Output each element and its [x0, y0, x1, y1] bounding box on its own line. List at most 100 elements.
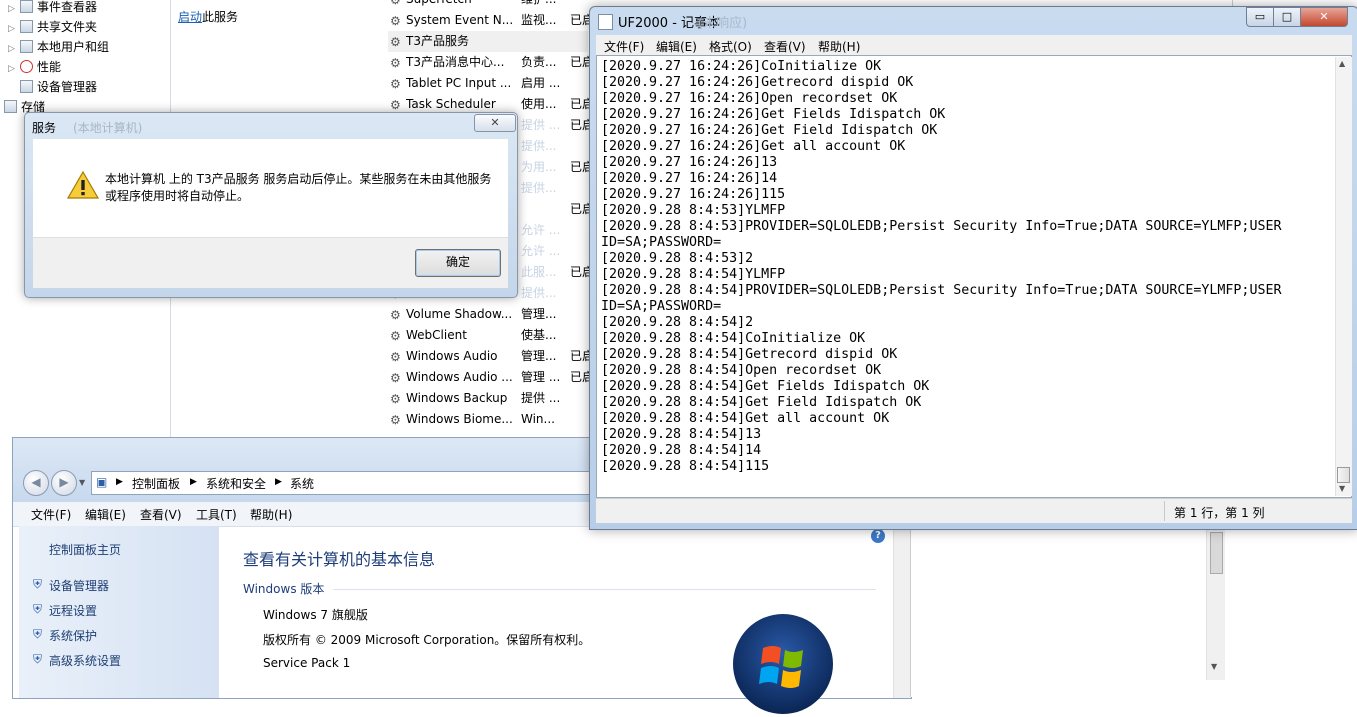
tree-item-performance[interactable]: ▷ 性能	[8, 57, 61, 77]
service-description: 提供...	[521, 181, 557, 195]
task-pane: 控制面板主页 ⛨ 设备管理器 ⛨ 远程设置 ⛨ 系统保护 ⛨ 高级系统设置	[19, 526, 219, 698]
service-row[interactable]: ⚙ T3产品服务	[390, 31, 469, 52]
menu-file[interactable]: 文件(F)	[604, 38, 644, 55]
menu-view[interactable]: 查看(V)	[764, 38, 806, 55]
gear-icon: ⚙	[390, 14, 401, 28]
forward-arrow-icon[interactable]: ▶	[51, 470, 77, 496]
service-description: 使基...	[521, 328, 557, 342]
service-row[interactable]: ⚙ T3产品消息中心...	[390, 52, 504, 73]
service-pack: Service Pack 1	[263, 656, 351, 670]
service-description: 使用...	[521, 97, 557, 111]
help-icon[interactable]: ?	[871, 529, 885, 543]
windows-logo-icon	[733, 614, 833, 714]
service-description: 提供...	[521, 139, 557, 153]
shield-icon: ⛨	[33, 652, 43, 666]
tree-item-device-manager[interactable]: 设备管理器	[8, 77, 97, 97]
service-row[interactable]: ⚙ Volume Shadow...	[390, 304, 512, 325]
control-panel-home-link[interactable]: 控制面板主页	[49, 541, 121, 558]
service-description: 提供...	[521, 286, 557, 300]
crumb-separator-icon[interactable]: ▶	[190, 477, 197, 487]
address-bar[interactable]: ▣ ▶ 控制面板 ▶ 系统和安全 ▶ 系统	[91, 471, 593, 495]
gear-icon: ⚙	[390, 308, 401, 322]
crumb-separator-icon[interactable]: ▶	[275, 477, 282, 487]
menu-help[interactable]: 帮助(H)	[818, 38, 860, 55]
service-name: T3产品消息中心...	[406, 55, 505, 69]
service-name: Volume Shadow...	[406, 307, 513, 321]
gear-icon: ⚙	[390, 35, 401, 49]
scroll-up-arrow-icon[interactable]: ▲	[1339, 59, 1345, 68]
breadcrumb-system-security[interactable]: 系统和安全	[206, 475, 266, 492]
menu-edit[interactable]: 编辑(E)	[85, 506, 126, 523]
device-manager-icon	[20, 80, 33, 93]
start-service-link[interactable]: 启动此服务	[178, 8, 238, 25]
service-row[interactable]: ⚙ Windows Backup	[390, 388, 507, 409]
menu-tools[interactable]: 工具(T)	[196, 506, 237, 523]
gear-icon: ⚙	[390, 329, 401, 343]
menu-file[interactable]: 文件(F)	[31, 506, 71, 523]
service-row[interactable]: ⚙ System Event N...	[390, 10, 513, 31]
breadcrumb-system[interactable]: 系统	[290, 475, 314, 492]
history-dropdown-icon[interactable]: ▼	[79, 478, 85, 487]
menu-edit[interactable]: 编辑(E)	[656, 38, 697, 55]
tree-item-event-viewer[interactable]: ▷ 事件查看器	[8, 0, 97, 17]
windows-edition: Windows 7 旗舰版	[263, 608, 368, 622]
menu-help[interactable]: 帮助(H)	[250, 506, 292, 523]
minimize-button[interactable]: ▭	[1246, 7, 1274, 27]
scroll-down-arrow-icon[interactable]: ▼	[1339, 484, 1345, 493]
service-name: Windows Biome...	[406, 412, 513, 426]
status-bar: 第 1 行，第 1 列	[596, 498, 1352, 523]
crumb-separator-icon[interactable]: ▶	[116, 477, 123, 487]
scroll-thumb[interactable]	[1337, 467, 1350, 483]
scroll-thumb[interactable]	[1210, 532, 1223, 574]
service-description: 提供 ...	[521, 391, 561, 405]
expand-arrow-icon[interactable]: ▷	[8, 19, 18, 39]
text-editor[interactable]: [2020.9.27 16:24:26]CoInitialize OK [202…	[596, 55, 1352, 498]
system-protection-link[interactable]: 系统保护	[49, 627, 97, 644]
tree-item-label: 事件查看器	[37, 0, 98, 14]
back-arrow-icon[interactable]: ◀	[23, 470, 49, 496]
service-name: Tablet PC Input ...	[406, 76, 512, 90]
tree-item-label: 本地用户和组	[37, 40, 110, 54]
service-name: Windows Audio	[406, 349, 498, 363]
gear-icon: ⚙	[390, 98, 401, 112]
maximize-button[interactable]: □	[1273, 7, 1301, 27]
dialog-close-button[interactable]: ✕	[474, 114, 516, 132]
notepad-icon[interactable]	[598, 14, 613, 30]
tree-item-shared-folders[interactable]: ▷ 共享文件夹	[8, 17, 97, 37]
device-manager-link[interactable]: 设备管理器	[49, 577, 109, 594]
service-row[interactable]: ⚙ Windows Audio	[390, 346, 498, 367]
breadcrumb-control-panel[interactable]: 控制面板	[132, 475, 180, 492]
scroll-down-arrow-icon[interactable]: ▼	[1211, 662, 1217, 671]
service-row[interactable]: ⚙ Superfetch	[390, 0, 472, 10]
gear-icon: ⚙	[390, 77, 401, 91]
section-heading: Windows 版本	[243, 582, 325, 596]
tree-item-local-users[interactable]: ▷ 本地用户和组	[8, 37, 109, 57]
expand-arrow-icon[interactable]: ▷	[8, 59, 18, 79]
gear-icon: ⚙	[390, 371, 401, 385]
menu-format[interactable]: 格式(O)	[709, 38, 752, 55]
expand-arrow-icon[interactable]: ▷	[8, 39, 18, 59]
service-row[interactable]: ⚙ Windows Audio ...	[390, 367, 513, 388]
document-text[interactable]: [2020.9.27 16:24:26]CoInitialize OK [202…	[601, 59, 1329, 475]
start-link-text[interactable]: 启动	[178, 10, 202, 24]
service-row[interactable]: ⚙ Windows Biome...	[390, 409, 513, 430]
service-name: Windows Audio ...	[406, 370, 513, 384]
menu-view[interactable]: 查看(V)	[140, 506, 182, 523]
ok-button[interactable]: 确定	[415, 249, 501, 277]
tree-item-label: 性能	[37, 60, 62, 74]
service-description: 维护...	[521, 0, 556, 10]
gear-icon: ⚙	[390, 350, 401, 364]
close-button[interactable]: ✕	[1300, 7, 1348, 27]
service-description: 监视...	[521, 13, 557, 27]
vertical-scrollbar[interactable]: ▲ ▼	[1335, 57, 1352, 496]
section-divider	[333, 589, 876, 590]
service-description: 此服...	[521, 265, 557, 279]
remote-settings-link[interactable]: 远程设置	[49, 602, 97, 619]
vertical-scrollbar[interactable]: ▼	[1206, 530, 1225, 680]
dialog-message: 本地计算机 上的 T3产品服务 服务启动后停止。某些服务在未由其他服务或程序使用…	[105, 172, 492, 203]
service-row[interactable]: ⚙ WebClient	[390, 325, 467, 346]
service-name: System Event N...	[406, 13, 514, 27]
service-row[interactable]: ⚙ Tablet PC Input ...	[390, 73, 511, 94]
vertical-scrollbar[interactable]	[893, 526, 911, 698]
advanced-settings-link[interactable]: 高级系统设置	[49, 652, 121, 669]
